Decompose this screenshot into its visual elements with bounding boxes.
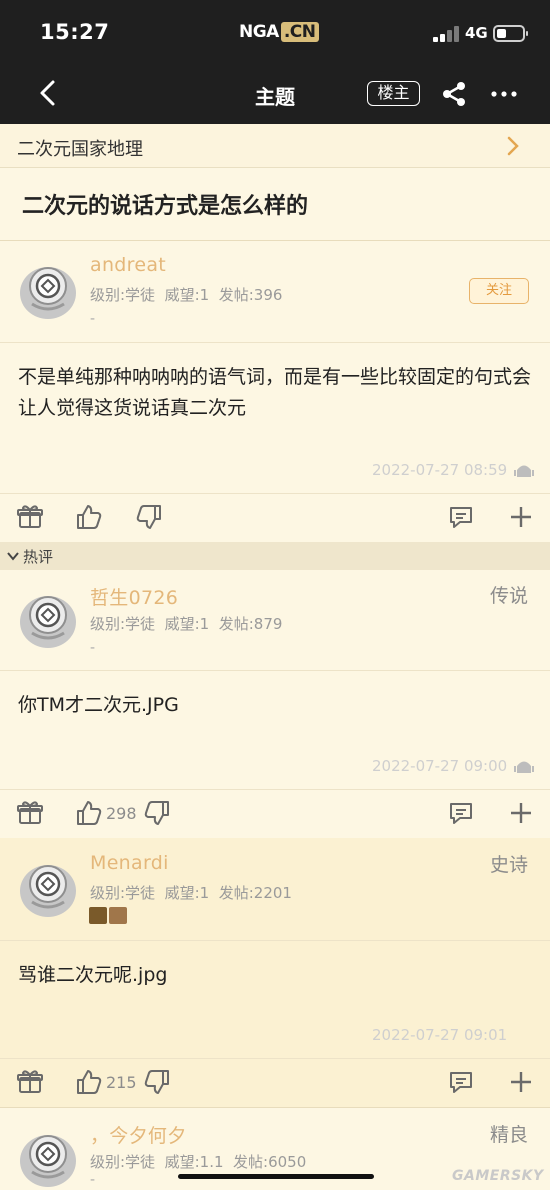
gift-icon[interactable] (17, 1069, 43, 1095)
post-content: 你TM才二次元.JPG (18, 694, 179, 716)
badge-icon (109, 907, 127, 924)
status-time: 15:27 (40, 20, 110, 44)
signal-bars-icon (433, 26, 461, 42)
username[interactable]: Menardi (90, 852, 169, 874)
divider (0, 1058, 550, 1059)
divider (0, 240, 550, 241)
user-signature: - (90, 1172, 96, 1188)
badge-icon (89, 907, 107, 924)
thumbs-down-icon[interactable] (144, 1069, 170, 1095)
post-actions: 298 (0, 793, 550, 833)
avatar[interactable] (18, 260, 78, 320)
app-logo-text: NGA (239, 22, 279, 42)
plus-icon[interactable] (508, 800, 534, 826)
reply-rank-label: 史诗 (489, 854, 528, 876)
post-timestamp: 2022-07-27 09:00 (372, 757, 508, 775)
avatar[interactable] (18, 858, 78, 918)
watermark-text: GAMERSKY (452, 1168, 544, 1184)
status-bar: 15:27 NGA .CN 4G (0, 0, 550, 64)
like-count: 298 (106, 804, 137, 823)
android-icon (514, 761, 534, 773)
thumbs-up-icon[interactable] (76, 504, 102, 530)
username[interactable]: andreat (90, 254, 166, 276)
thumbs-down-icon[interactable] (144, 800, 170, 826)
gift-icon[interactable] (17, 504, 43, 530)
home-indicator[interactable] (178, 1174, 374, 1179)
divider (0, 342, 550, 343)
divider (0, 940, 550, 941)
post-timestamp: 2022-07-27 08:59 (372, 461, 508, 479)
android-icon (514, 465, 534, 477)
user-meta: 级别:学徒 威望:1 发帖:879 (90, 615, 283, 633)
divider (0, 789, 550, 790)
comment-icon[interactable] (448, 1069, 474, 1095)
avatar[interactable] (18, 1128, 78, 1188)
share-icon[interactable] (440, 80, 468, 108)
user-meta: 级别:学徒 威望:1 发帖:396 (90, 286, 283, 304)
app-logo: NGA .CN (239, 22, 319, 42)
avatar[interactable] (18, 589, 78, 649)
post-content: 不是单纯那种呐呐呐的语气词，而是有一些比较固定的句式会让人觉得这货说话真二次元 (18, 366, 532, 419)
reply-rank-label: 精良 (489, 1124, 528, 1146)
comment-icon[interactable] (448, 800, 474, 826)
thumbs-up-icon[interactable] (76, 1069, 102, 1095)
post-actions (0, 497, 550, 537)
chevron-down-icon (7, 552, 19, 561)
post-actions: 215 (0, 1062, 550, 1102)
divider (0, 1107, 550, 1108)
owner-only-button[interactable]: 楼主 (367, 81, 420, 106)
chevron-right-icon (507, 136, 519, 156)
reply-rank-label: 传说 (489, 585, 528, 607)
follow-button[interactable]: 关注 (469, 278, 529, 304)
battery-icon (493, 25, 528, 42)
comment-icon[interactable] (448, 504, 474, 530)
user-meta: 级别:学徒 威望:1 发帖:2201 (90, 884, 292, 902)
more-dots-icon[interactable] (489, 80, 519, 108)
post-content: 骂谁二次元呢.jpg (18, 964, 168, 986)
user-signature: - (90, 311, 96, 327)
topic-title: 二次元的说话方式是怎么样的 (22, 194, 309, 219)
hot-comments-label: 热评 (23, 548, 54, 566)
app-logo-suffix: .CN (280, 22, 319, 42)
username[interactable]: 哲生0726 (90, 583, 178, 610)
divider (0, 493, 550, 494)
hot-comments-header[interactable]: 热评 (0, 542, 550, 570)
plus-icon[interactable] (508, 504, 534, 530)
user-badges (89, 907, 129, 925)
nav-bar: 主题 楼主 (0, 64, 550, 124)
thumbs-up-icon[interactable] (76, 800, 102, 826)
post-timestamp: 2022-07-27 09:01 (372, 1026, 508, 1044)
like-count: 215 (106, 1073, 137, 1092)
plus-icon[interactable] (508, 1069, 534, 1095)
gift-icon[interactable] (17, 800, 43, 826)
forum-breadcrumb[interactable]: 二次元国家地理 (0, 124, 550, 168)
user-meta: 级别:学徒 威望:1.1 发帖:6050 (90, 1153, 307, 1171)
user-signature: - (90, 640, 96, 656)
forum-name: 二次元国家地理 (17, 139, 143, 160)
divider (0, 670, 550, 671)
thumbs-down-icon[interactable] (136, 504, 162, 530)
network-type: 4G (465, 24, 488, 42)
username[interactable]: ，今夕何夕 (90, 1121, 187, 1148)
